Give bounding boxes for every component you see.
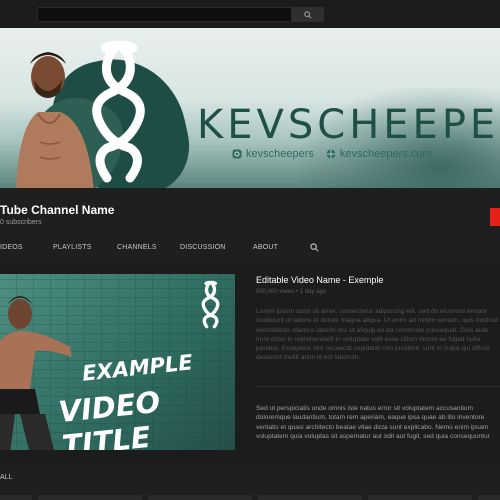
banner-handle-1-text: kevscheepers <box>246 148 314 160</box>
description-divider <box>256 386 500 387</box>
video-description-faded: Lorem ipsum dolor sit amet, consectetur … <box>256 308 498 362</box>
brand-logo <box>92 40 145 183</box>
channel-name: Tube Channel Name <box>0 203 115 217</box>
video-meta: 000,000 views • 1 day ago <box>256 289 327 295</box>
tab-discussion[interactable]: DISCUSSION <box>180 244 226 251</box>
channel-search-icon[interactable] <box>310 243 319 252</box>
globe-icon <box>326 149 336 159</box>
channel-banner: KEVSCHEEPERS kevscheepers kevscheepers.c… <box>0 28 500 188</box>
tab-videos[interactable]: IDEOS <box>0 244 23 251</box>
banner-handle-website: kevscheepers.com <box>326 148 432 160</box>
upload-thumb-strip[interactable] <box>0 495 32 500</box>
instagram-icon <box>232 149 242 159</box>
channel-header <box>0 188 500 263</box>
banner-handle-2-text: kevscheepers.com <box>339 148 432 160</box>
search-icon <box>304 10 312 19</box>
banner-brand-name: KEVSCHEEPERS <box>197 102 500 148</box>
upload-thumb-strip[interactable] <box>258 495 362 500</box>
upload-thumb-strip[interactable] <box>478 495 500 500</box>
banner-handles: kevscheepers kevscheepers.com <box>232 148 432 160</box>
upload-thumb-strip[interactable] <box>38 495 142 500</box>
search-input[interactable] <box>37 7 292 22</box>
tab-about[interactable]: ABOUT <box>253 244 278 251</box>
search-button[interactable] <box>292 7 324 22</box>
subscribe-button[interactable] <box>490 208 500 226</box>
uploads-all-label[interactable]: ALL <box>0 474 12 481</box>
tab-channels[interactable]: CHANNELS <box>117 244 157 251</box>
upload-thumb-strip[interactable] <box>368 495 472 500</box>
thumbnail-logo <box>201 280 220 329</box>
video-thumbnail[interactable]: EXAMPLE VIDEO TITLE <box>0 274 235 450</box>
banner-handle-instagram: kevscheepers <box>232 148 314 160</box>
upload-thumb-strip[interactable] <box>148 495 252 500</box>
tab-playlists[interactable]: PLAYLISTS <box>53 244 92 251</box>
video-description: Sed ut perspiciatis unde omnis iste natu… <box>256 405 490 440</box>
video-title-link[interactable]: Editable Video Name - Exemple <box>256 275 383 285</box>
top-bar <box>0 0 500 28</box>
subscriber-count: 0 subscribers <box>0 219 42 226</box>
